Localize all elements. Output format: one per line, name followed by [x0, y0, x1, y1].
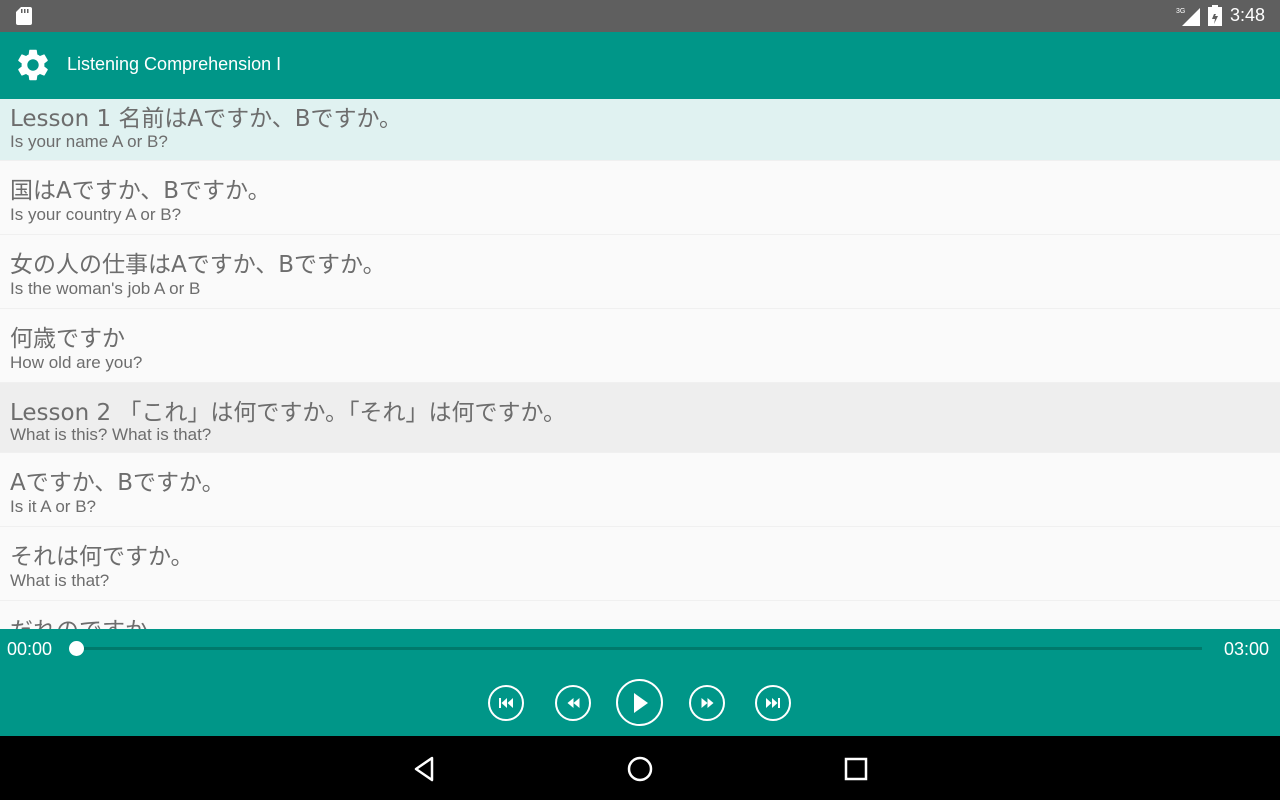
list-item[interactable]: 国はAですか、Bですか。 Is your country A or B?	[0, 161, 1280, 235]
back-icon[interactable]	[411, 755, 439, 783]
skip-next-button[interactable]	[755, 685, 791, 721]
audio-player: 00:00 03:00	[0, 629, 1280, 736]
list-item-japanese: Lesson 2 「これ」は何ですか。「それ」は何ですか。	[10, 400, 567, 426]
network-type-label: 3G	[1176, 8, 1185, 15]
seek-bar[interactable]	[69, 641, 1202, 656]
list-item-english: What is that?	[10, 571, 110, 590]
skip-previous-icon	[499, 698, 513, 708]
list-item-english: How old are you?	[10, 353, 143, 372]
fast-forward-button[interactable]	[689, 685, 725, 721]
play-button[interactable]	[616, 679, 663, 726]
lesson-header-row[interactable]: Lesson 1 名前はAですか、Bですか。 Is your name A or…	[0, 99, 1280, 161]
list-item-japanese: 女の人の仕事はAですか、Bですか。	[10, 252, 386, 278]
navigation-bar	[0, 736, 1280, 800]
rewind-button[interactable]	[555, 685, 591, 721]
signal-icon: 3G	[1176, 8, 1200, 26]
list-item-japanese: Aですか、Bですか。	[10, 470, 225, 496]
total-time: 03:00	[1224, 639, 1270, 659]
rewind-icon	[567, 698, 579, 708]
list-item-english: Is the woman's job A or B	[10, 279, 201, 298]
status-bar: 3G 3:48	[0, 0, 1280, 32]
list-item[interactable]: 女の人の仕事はAですか、Bですか。 Is the woman's job A o…	[0, 235, 1280, 309]
home-icon[interactable]	[626, 755, 654, 783]
lesson-header-row[interactable]: Lesson 2 「これ」は何ですか。「それ」は何ですか。 What is th…	[0, 383, 1280, 453]
list-item[interactable]: だれのですか。	[0, 601, 1280, 629]
list-item-japanese: 何歳ですか	[10, 326, 125, 352]
list-item-japanese: それは何ですか。	[10, 544, 194, 570]
list-item[interactable]: Aですか、Bですか。 Is it A or B?	[0, 453, 1280, 527]
battery-icon	[1208, 5, 1222, 26]
lesson-list[interactable]: Lesson 1 名前はAですか、Bですか。 Is your name A or…	[0, 99, 1280, 629]
list-item-english: Is it A or B?	[10, 497, 96, 516]
fast-forward-icon	[701, 698, 713, 708]
list-item-japanese: 国はAですか、Bですか。	[10, 178, 271, 204]
skip-next-icon	[766, 698, 780, 708]
sd-card-icon	[16, 7, 32, 25]
app-bar: Listening Comprehension I	[0, 32, 1280, 99]
list-item-japanese: Lesson 1 名前はAですか、Bですか。	[10, 106, 403, 132]
list-item[interactable]: それは何ですか。 What is that?	[0, 527, 1280, 601]
play-icon	[633, 692, 648, 713]
app-title: Listening Comprehension I	[67, 54, 282, 74]
list-item-english: Is your country A or B?	[10, 205, 182, 224]
list-item-english: Is your name A or B?	[10, 132, 168, 151]
list-item-japanese: だれのですか。	[10, 611, 171, 629]
current-time: 00:00	[7, 639, 53, 659]
list-item[interactable]: 何歳ですか How old are you?	[0, 309, 1280, 383]
skip-previous-button[interactable]	[488, 685, 524, 721]
list-item-english: What is this? What is that?	[10, 425, 212, 444]
status-clock: 3:48	[1230, 5, 1266, 25]
seek-thumb[interactable]	[69, 641, 84, 656]
gear-icon[interactable]	[14, 46, 52, 84]
recents-icon[interactable]	[842, 755, 870, 783]
